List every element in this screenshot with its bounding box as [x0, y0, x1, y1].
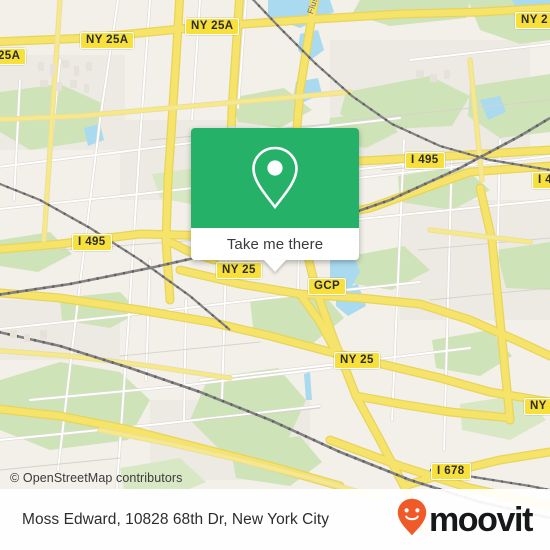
- road-shield: NY 25: [216, 262, 262, 279]
- road-shield: I 495: [405, 152, 445, 169]
- popup-tail: [264, 260, 286, 272]
- place-name: Moss Edward, 10828 68th Dr, New York Cit…: [22, 510, 330, 528]
- osm-attribution[interactable]: © OpenStreetMap contributors: [10, 471, 183, 485]
- road-shield: NY 25: [334, 352, 380, 369]
- popup-header: [191, 128, 359, 228]
- map-pin-icon: [248, 143, 302, 213]
- take-me-there-label: Take me there: [226, 235, 324, 253]
- road-shield: NY 25A: [80, 32, 135, 49]
- moovit-pin-smiley-icon: [397, 498, 427, 541]
- moovit-logo[interactable]: moovit: [397, 498, 533, 541]
- road-shield: NY 2: [515, 12, 550, 29]
- location-popup[interactable]: Take me there: [191, 128, 359, 272]
- road-shield: 25A: [0, 48, 27, 65]
- road-shield: I 4: [532, 172, 550, 189]
- take-me-there-button[interactable]: Take me there: [191, 228, 359, 272]
- road-shield: I 678: [431, 463, 471, 480]
- road-shield: GCP: [308, 278, 347, 295]
- road-shield: I 495: [72, 234, 112, 251]
- map-screenshot: .rd { fill:none; stroke:#f7e98a; stroke-…: [0, 0, 550, 550]
- moovit-wordmark: moovit: [428, 500, 533, 539]
- footer-bar: Moss Edward, 10828 68th Dr, New York Cit…: [0, 489, 550, 550]
- road-shield: NY 25A: [185, 18, 240, 35]
- road-shield: NY 25: [524, 398, 550, 415]
